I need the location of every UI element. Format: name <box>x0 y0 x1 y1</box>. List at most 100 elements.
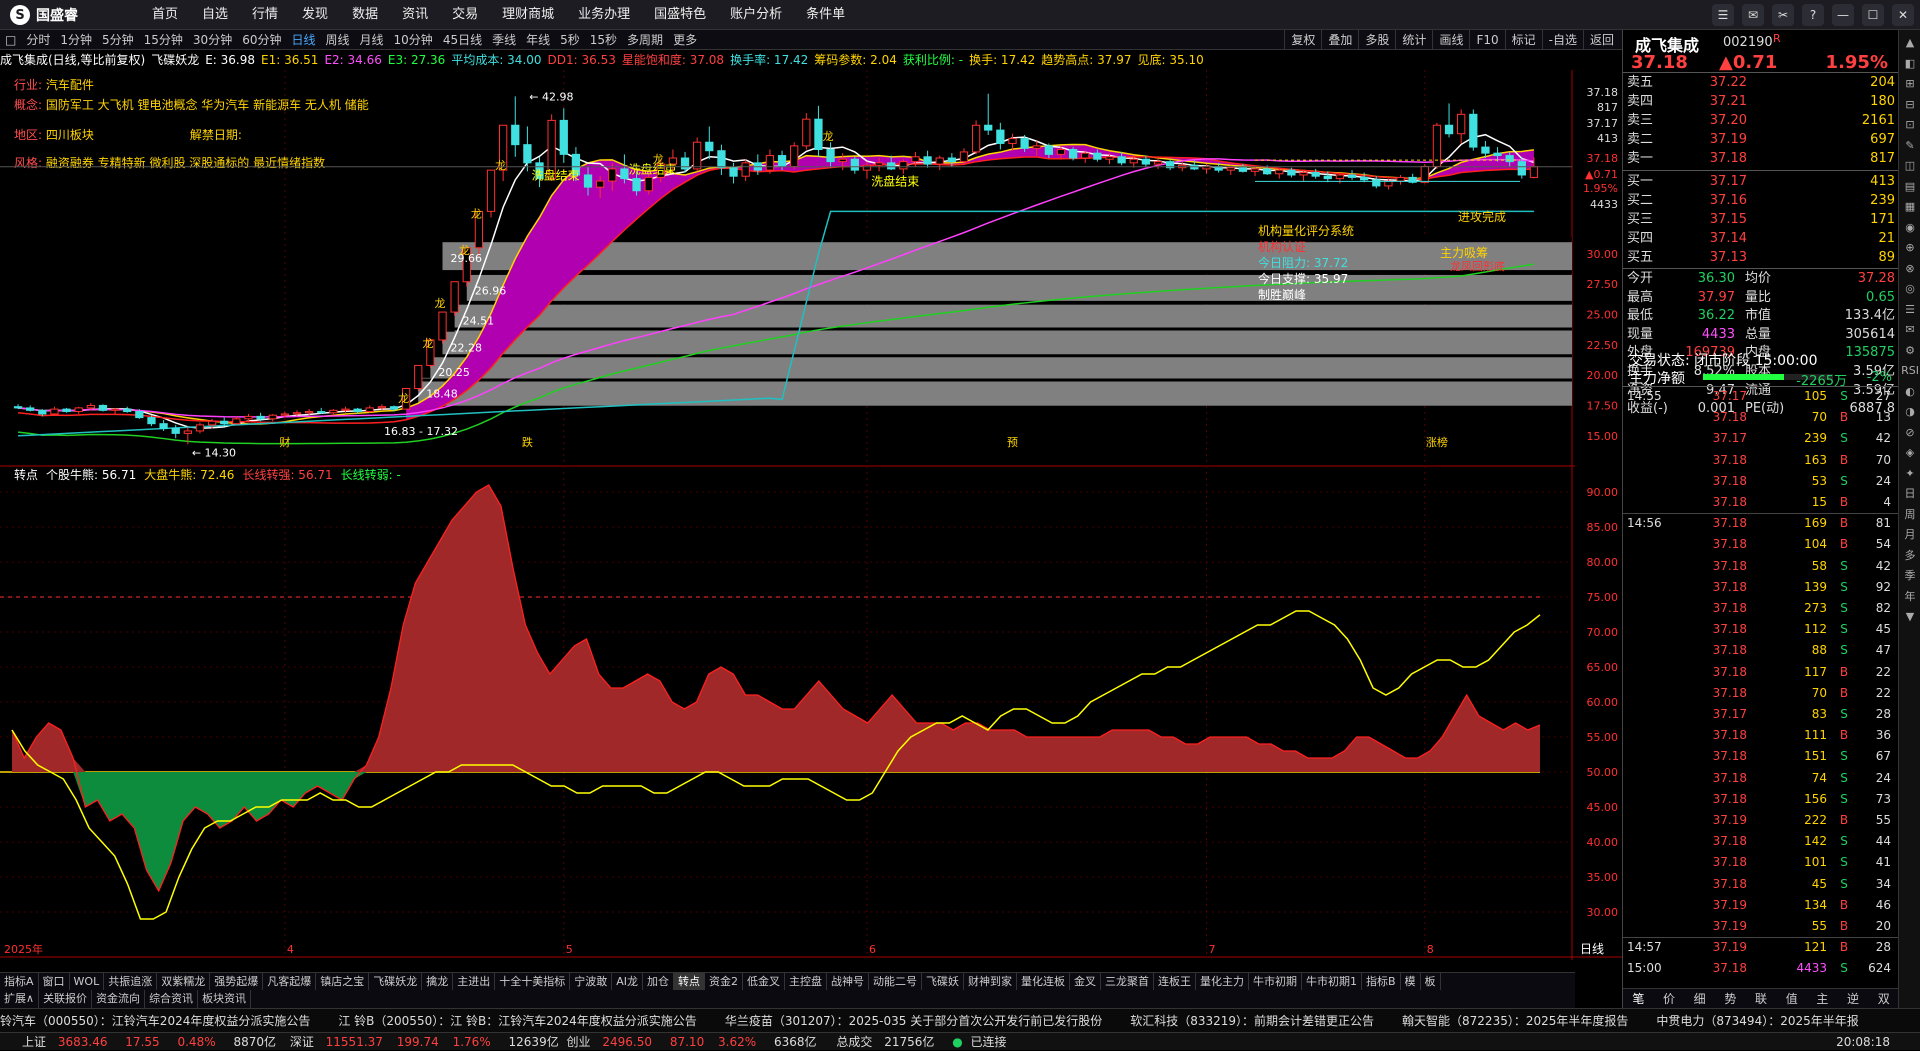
chart-tool-button[interactable]: 复权 <box>1284 30 1321 50</box>
chart-tool-button[interactable]: F10 <box>1469 30 1504 50</box>
indicator-tab[interactable]: 凡客起爆 <box>263 973 317 990</box>
indicator-tab[interactable]: 擒龙 <box>422 973 454 990</box>
sidebar-icon[interactable]: RSI <box>1901 362 1919 380</box>
period-tab[interactable]: 月线 <box>355 31 389 48</box>
sidebar-icon[interactable]: ⊘ <box>1901 424 1919 442</box>
indicator-tab[interactable]: 牛市初期 <box>1249 973 1302 990</box>
period-tab[interactable]: 季线 <box>487 31 521 48</box>
indicator-tab[interactable]: 飞碟妖 <box>922 973 964 990</box>
indicator-tab[interactable]: 板 <box>1421 973 1441 990</box>
period-tab[interactable]: 多周期 <box>622 31 668 48</box>
window-control-icon[interactable]: ? <box>1802 4 1824 26</box>
sidebar-icon[interactable]: ✦ <box>1901 465 1919 483</box>
sidebar-icon[interactable]: ◧ <box>1901 55 1919 73</box>
sidebar-icon[interactable]: 多 <box>1901 547 1919 565</box>
period-tab[interactable]: □ <box>0 33 21 47</box>
news-item[interactable]: 翰天智能（872235）：2025年半年度报告 <box>1402 1014 1628 1028</box>
sidebar-icon[interactable]: 周 <box>1901 506 1919 524</box>
period-tab[interactable]: 60分钟 <box>237 31 286 48</box>
detail-tab[interactable]: 双 <box>1868 989 1899 1008</box>
detail-tab[interactable]: 笔 <box>1623 989 1654 1008</box>
indicator-tab[interactable]: AI龙 <box>612 973 643 990</box>
extension-tab[interactable]: 综合资讯 <box>145 990 199 1008</box>
sidebar-icon[interactable]: ✉ <box>1901 321 1919 339</box>
sidebar-icon[interactable]: ⊞ <box>1901 75 1919 93</box>
indicator-tab[interactable]: 指标A <box>0 973 39 990</box>
news-item[interactable]: 华兰疫苗（301207）：2025-035 关于部分首次公开发行前已发行股份 <box>725 1014 1102 1028</box>
menu-item[interactable]: 条件单 <box>794 0 857 30</box>
period-tab[interactable]: 30分钟 <box>188 31 237 48</box>
extension-tab[interactable]: 关联报价 <box>39 990 93 1008</box>
indicator-tab[interactable]: 低金叉 <box>743 973 785 990</box>
period-tab[interactable]: 15分钟 <box>139 31 188 48</box>
period-tab[interactable]: 周线 <box>321 31 355 48</box>
indicator-tab[interactable]: 共振追涨 <box>104 973 158 990</box>
extension-tab[interactable]: 扩展∧ <box>0 990 40 1008</box>
menu-item[interactable]: 交易 <box>440 0 490 30</box>
window-control-icon[interactable]: ✉ <box>1742 4 1764 26</box>
indicator-tab[interactable]: 量化连板 <box>1017 973 1070 990</box>
indicator-tab[interactable]: 牛市初期1 <box>1302 973 1362 990</box>
menu-item[interactable]: 自选 <box>190 0 240 30</box>
indicator-tab[interactable]: 连板王 <box>1154 973 1196 990</box>
sidebar-icon[interactable]: ▤ <box>1901 178 1919 196</box>
news-item[interactable]: 江 铃B（200550）：江 铃B：江铃汽车2024年度权益分派实施公告 <box>338 1014 696 1028</box>
app-logo[interactable]: S 国盛睿 <box>10 5 78 25</box>
indicator-tab[interactable]: 强势起爆 <box>210 973 264 990</box>
period-tab[interactable]: 分时 <box>21 31 55 48</box>
detail-tab[interactable]: 细 <box>1684 989 1715 1008</box>
indicator-tab[interactable]: 模 <box>1401 973 1421 990</box>
menu-item[interactable]: 账户分析 <box>718 0 794 30</box>
news-item[interactable]: 铃汽车（000550）：江铃汽车2024年度权益分派实施公告 <box>0 1014 310 1028</box>
menu-item[interactable]: 理财商城 <box>490 0 566 30</box>
period-tab[interactable]: 日线 <box>286 31 320 48</box>
indicator-tab[interactable]: 财神到家 <box>964 973 1017 990</box>
menu-item[interactable]: 首页 <box>140 0 190 30</box>
indicator-tab[interactable]: 金叉 <box>1070 973 1101 990</box>
indicator-tab[interactable]: 主控盘 <box>785 973 827 990</box>
chart-tool-button[interactable]: 返回 <box>1582 30 1620 50</box>
indicator-tab[interactable]: 三龙聚首 <box>1101 973 1154 990</box>
window-control-icon[interactable]: ☐ <box>1862 4 1884 26</box>
period-tab[interactable]: 5分钟 <box>97 31 139 48</box>
sidebar-icon[interactable]: ◉ <box>1901 219 1919 237</box>
menu-item[interactable]: 发现 <box>290 0 340 30</box>
window-control-icon[interactable]: ✕ <box>1892 4 1914 26</box>
sidebar-icon[interactable]: 月 <box>1901 526 1919 544</box>
detail-tab[interactable]: 价 <box>1654 989 1685 1008</box>
menu-item[interactable]: 国盛特色 <box>642 0 718 30</box>
sidebar-icon[interactable]: ◈ <box>1901 444 1919 462</box>
sidebar-icon[interactable]: ⊕ <box>1901 239 1919 257</box>
sidebar-icon[interactable]: ⊡ <box>1901 116 1919 134</box>
indicator-tab[interactable]: 指标B <box>1362 973 1401 990</box>
sidebar-icon[interactable]: ▼ <box>1901 608 1919 626</box>
indicator-tab[interactable]: WOL <box>70 973 105 990</box>
indicator-tab[interactable]: 十全十美指标 <box>495 973 571 990</box>
indicator-tab[interactable]: 战神号 <box>827 973 869 990</box>
sidebar-icon[interactable]: ☰ <box>1901 301 1919 319</box>
window-control-icon[interactable]: — <box>1832 4 1854 26</box>
period-tab[interactable]: 15秒 <box>585 31 622 48</box>
period-tab[interactable]: 更多 <box>668 31 702 48</box>
indicator-tab[interactable]: 宁波敢 <box>570 973 613 990</box>
window-control-icon[interactable]: ✂ <box>1772 4 1794 26</box>
menu-item[interactable]: 业务办理 <box>566 0 642 30</box>
period-tab[interactable]: 10分钟 <box>389 31 438 48</box>
sidebar-icon[interactable]: 年 <box>1901 588 1919 606</box>
menu-item[interactable]: 行情 <box>240 0 290 30</box>
kline-chart[interactable]: ← 42.98← 14.3016.83 - 17.3229.6626.9624.… <box>0 70 1622 960</box>
chart-tool-button[interactable]: 多股 <box>1358 30 1395 50</box>
sidebar-icon[interactable]: ⊟ <box>1901 96 1919 114</box>
indicator-tab[interactable]: 资金2 <box>705 973 743 990</box>
sidebar-icon[interactable]: ⚙ <box>1901 342 1919 360</box>
indicator-tab[interactable]: 转点 <box>673 973 705 990</box>
period-tab[interactable]: 年线 <box>521 31 555 48</box>
news-item[interactable]: 软汇科技（833219）：前期会计差错更正公告 <box>1130 1014 1374 1028</box>
indicator-tab[interactable]: 飞碟妖龙 <box>369 973 423 990</box>
detail-tab[interactable]: 逆 <box>1838 989 1869 1008</box>
indicator-tab[interactable]: 量化主力 <box>1196 973 1249 990</box>
sidebar-icon[interactable]: ◑ <box>1901 403 1919 421</box>
news-item[interactable]: 中贯电力（873494）：2025年半年报 <box>1656 1014 1858 1028</box>
detail-tab[interactable]: 势 <box>1715 989 1746 1008</box>
extension-tab[interactable]: 资金流向 <box>92 990 146 1008</box>
